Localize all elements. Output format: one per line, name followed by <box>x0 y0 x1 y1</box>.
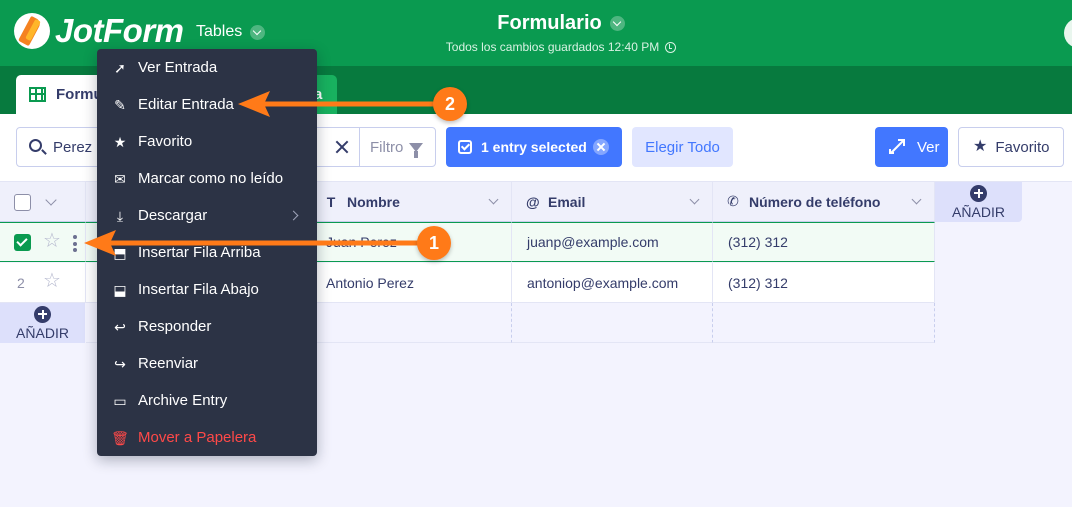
table-cell[interactable]: (312) 312 <box>713 222 935 262</box>
column-label: Email <box>548 193 586 210</box>
column-header-email[interactable]: @ Email <box>512 182 713 222</box>
star-icon[interactable]: ☆ <box>43 271 61 291</box>
clock-icon <box>665 41 677 53</box>
filter-button[interactable]: Filtro <box>359 128 437 166</box>
column-label: Número de teléfono <box>749 193 881 210</box>
star-icon[interactable]: ☆ <box>43 231 61 251</box>
column-header-telefono[interactable]: ✆ Número de teléfono <box>713 182 935 222</box>
more-vertical-icon[interactable] <box>73 235 77 252</box>
expand-icon <box>889 139 905 155</box>
column-header-nombre[interactable]: T Nombre <box>311 182 512 222</box>
menu-item-insertar-arriba[interactable]: ⬒ Insertar Fila Arriba <box>97 234 317 271</box>
menu-item-label: Editar Entrada <box>138 96 234 113</box>
menu-item-reenviar[interactable]: ↪ Reenviar <box>97 345 317 382</box>
star-icon: ★ <box>113 133 127 150</box>
menu-item-responder[interactable]: ↩ Responder <box>97 308 317 345</box>
empty-cell <box>713 303 935 343</box>
form-title: Formulario <box>497 12 602 34</box>
menu-item-label: Mover a Papelera <box>138 429 257 446</box>
trash-icon: 🗑 <box>111 429 129 446</box>
close-icon[interactable] <box>333 138 351 156</box>
menu-item-label: Insertar Fila Abajo <box>138 281 259 298</box>
menu-item-descargar[interactable]: ⤓ Descargar <box>97 197 317 234</box>
insert-above-icon: ⬒ <box>113 244 127 261</box>
menu-item-ver-entrada[interactable]: ➚ Ver Entrada <box>97 49 317 86</box>
chevron-down-icon[interactable] <box>689 194 700 205</box>
save-status: Todos los cambios guardados 12:40 PM <box>445 40 660 54</box>
row-number: 2 <box>17 275 25 291</box>
menu-item-insertar-abajo[interactable]: ⬓ Insertar Fila Abajo <box>97 271 317 308</box>
select-all-button[interactable]: Elegir Todo <box>632 127 733 167</box>
menu-item-label: Descargar <box>138 207 208 224</box>
reply-icon: ↩ <box>114 318 126 335</box>
select-all-header <box>0 182 86 222</box>
annotation-badge-1: 1 <box>417 226 451 260</box>
menu-item-label: Marcar como no leído <box>138 170 284 187</box>
chevron-down-icon[interactable] <box>911 194 922 205</box>
envelope-icon: ✉ <box>114 170 126 187</box>
edit-icon: ✎ <box>114 96 126 113</box>
forward-icon: ↪ <box>114 355 126 372</box>
add-row-button[interactable]: AÑADIR <box>0 303 85 343</box>
phone-icon: ✆ <box>727 193 739 209</box>
archive-icon: ▭ <box>113 392 127 409</box>
menu-item-favorito[interactable]: ★ Favorito <box>97 123 317 160</box>
add-column-label: AÑADIR <box>952 203 1005 220</box>
view-label: Ver <box>917 138 940 156</box>
chevron-down-icon[interactable] <box>488 194 499 205</box>
table-cell[interactable]: antoniop@example.com <box>512 263 713 303</box>
add-row-label: AÑADIR <box>16 324 69 341</box>
chevron-right-icon <box>288 210 299 221</box>
at-icon: @ <box>526 193 540 210</box>
text-icon: T <box>326 193 336 210</box>
selected-entries-chip[interactable]: 1 entry selected <box>446 127 622 167</box>
checkbox-icon <box>458 140 472 154</box>
menu-item-editar-entrada[interactable]: ✎ Editar Entrada <box>97 86 317 123</box>
annotation-badge-2: 2 <box>433 87 467 121</box>
plus-icon <box>34 305 51 323</box>
empty-cell <box>512 303 713 343</box>
menu-item-label: Archive Entry <box>138 392 228 409</box>
menu-item-label: Favorito <box>138 133 193 150</box>
insert-below-icon: ⬓ <box>113 281 127 298</box>
column-label: Nombre <box>347 193 400 210</box>
row-context-menu: ➚ Ver Entrada ✎ Editar Entrada ★ Favorit… <box>97 49 317 456</box>
form-title-dropdown[interactable]: Formulario <box>497 12 625 35</box>
search-icon <box>29 139 42 152</box>
select-all-checkbox[interactable] <box>14 194 31 211</box>
empty-cell <box>311 303 512 343</box>
favorite-label: Favorito <box>995 138 1050 156</box>
row-controls: 2 ☆ <box>0 263 86 303</box>
menu-item-label: Responder <box>138 318 212 335</box>
row-controls: ☆ <box>0 222 86 262</box>
table-cell[interactable]: Juan Perez <box>311 222 512 262</box>
close-icon[interactable] <box>592 139 609 155</box>
menu-item-label: Insertar Fila Arriba <box>138 244 261 261</box>
menu-item-marcar-no-leido[interactable]: ✉ Marcar como no leído <box>97 160 317 197</box>
plus-icon <box>970 184 987 202</box>
selected-count: 1 entry selected <box>481 139 587 155</box>
star-icon: ★ <box>973 138 988 155</box>
chevron-down-icon[interactable] <box>45 194 57 206</box>
chevron-down-icon <box>609 16 625 31</box>
menu-item-mover-papelera[interactable]: 🗑 Mover a Papelera <box>97 419 317 456</box>
view-button[interactable]: Ver <box>875 127 948 167</box>
favorite-button[interactable]: ★ Favorito <box>958 127 1064 167</box>
row-checkbox[interactable] <box>14 234 31 251</box>
menu-item-label: Ver Entrada <box>138 59 218 76</box>
table-cell[interactable]: juanp@example.com <box>512 222 713 262</box>
menu-item-label: Reenviar <box>138 355 199 372</box>
menu-item-archive-entry[interactable]: ▭ Archive Entry <box>97 382 317 419</box>
table-cell[interactable]: (312) 312 <box>713 263 935 303</box>
table-cell[interactable]: Antonio Perez <box>311 263 512 303</box>
add-column-button[interactable]: AÑADIR <box>935 182 1022 222</box>
download-icon: ⤓ <box>116 207 124 224</box>
table-grid-icon <box>29 87 46 102</box>
filter-icon <box>409 142 424 158</box>
rocket-icon: ➚ <box>114 59 126 76</box>
filter-label: Filtro <box>370 138 404 156</box>
